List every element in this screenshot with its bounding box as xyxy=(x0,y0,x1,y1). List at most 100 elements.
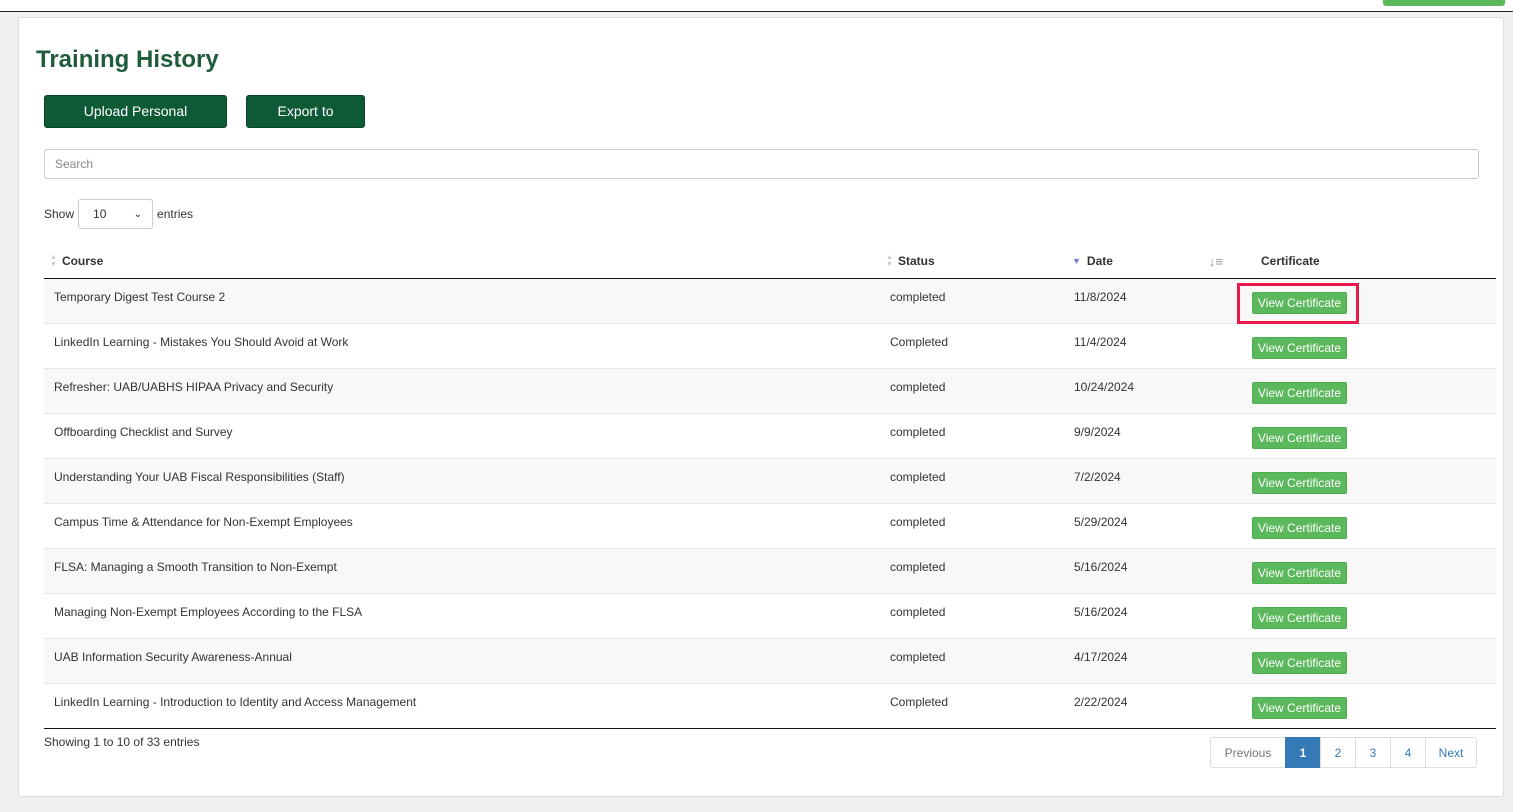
column-header-certificate: Certificate xyxy=(1231,244,1496,279)
date-text: 5/16/2024 xyxy=(1074,560,1128,574)
table-row: LinkedIn Learning - Mistakes You Should … xyxy=(44,323,1496,369)
status-text: completed xyxy=(890,560,946,574)
pagination-next[interactable]: Next xyxy=(1425,737,1477,768)
entries-select[interactable]: 10 ⌄ xyxy=(78,199,154,229)
course-cell: Refresher: UAB/UABHS HIPAA Privacy and S… xyxy=(44,368,882,414)
course-name: Offboarding Checklist and Survey xyxy=(54,425,233,439)
date-cell: 11/4/2024 xyxy=(1068,323,1231,369)
table-row: Refresher: UAB/UABHS HIPAA Privacy and S… xyxy=(44,368,1496,414)
pagination-page-4[interactable]: 4 xyxy=(1390,737,1426,768)
date-cell: 11/8/2024 xyxy=(1068,278,1231,324)
status-text: completed xyxy=(890,605,946,619)
pagination-previous[interactable]: Previous xyxy=(1210,737,1286,768)
pagination-page-2[interactable]: 2 xyxy=(1320,737,1356,768)
course-name: LinkedIn Learning - Introduction to Iden… xyxy=(54,695,417,709)
page-title: Training History xyxy=(36,46,219,73)
view-certificate-button[interactable]: View Certificate xyxy=(1252,697,1347,719)
date-cell: 7/2/2024 xyxy=(1068,458,1231,504)
training-history-panel: Training History Upload Personal Trainin… xyxy=(18,17,1504,797)
column-header-date[interactable]: ▼ Date ↓≡ xyxy=(1068,244,1231,279)
status-text: Completed xyxy=(890,695,949,709)
date-text: 4/17/2024 xyxy=(1074,650,1128,664)
entries-select-value: 10 xyxy=(93,207,107,221)
status-text: completed xyxy=(890,425,946,439)
view-certificate-button[interactable]: View Certificate xyxy=(1252,517,1347,539)
pagination-page-1[interactable]: 1 xyxy=(1285,737,1321,768)
status-cell: completed xyxy=(882,278,1068,324)
column-header-status[interactable]: ▲ ▼ Status xyxy=(882,244,1068,279)
table-row: FLSA: Managing a Smooth Transition to No… xyxy=(44,548,1496,594)
course-cell: Temporary Digest Test Course 2 xyxy=(44,278,882,324)
table-row: Offboarding Checklist and Survey complete… xyxy=(44,413,1496,459)
course-name: LinkedIn Learning - Mistakes You Should … xyxy=(54,335,349,349)
sort-numeric-icon[interactable]: ↓≡ xyxy=(1209,254,1223,269)
course-cell: UAB Information Security Awareness-Annua… xyxy=(44,638,882,684)
course-cell: Managing Non-Exempt Employees According … xyxy=(44,593,882,639)
top-bar-button[interactable] xyxy=(1383,0,1505,6)
course-cell: Campus Time & Attendance for Non-Exempt … xyxy=(44,503,882,549)
table-row: Managing Non-Exempt Employees According … xyxy=(44,593,1496,639)
date-text: 11/8/2024 xyxy=(1074,290,1127,304)
date-text: 11/4/2024 xyxy=(1074,335,1127,349)
view-certificate-button[interactable]: View Certificate xyxy=(1252,562,1347,584)
status-text: completed xyxy=(890,290,946,304)
export-to-excel-button[interactable]: Export to Excel xyxy=(246,95,365,150)
certificate-cell: View Certificate xyxy=(1231,638,1496,684)
table-row: Understanding Your UAB Fiscal Responsibi… xyxy=(44,458,1496,504)
status-text: completed xyxy=(890,470,946,484)
column-header-status-label: Status xyxy=(897,254,935,268)
status-cell: completed xyxy=(882,638,1068,684)
certificate-cell: View Certificate xyxy=(1231,278,1496,324)
view-certificate-button[interactable]: View Certificate xyxy=(1252,652,1347,674)
status-cell: completed xyxy=(882,548,1068,594)
upload-personal-training-button[interactable]: Upload Personal Training xyxy=(44,95,227,150)
course-name: Campus Time & Attendance for Non-Exempt … xyxy=(54,515,353,529)
column-header-certificate-label: Certificate xyxy=(1261,254,1320,268)
view-certificate-button[interactable]: View Certificate xyxy=(1252,472,1347,494)
status-cell: Completed xyxy=(882,683,1068,729)
date-text: 5/29/2024 xyxy=(1074,515,1128,529)
course-name: Refresher: UAB/UABHS HIPAA Privacy and S… xyxy=(54,380,334,394)
date-text: 10/24/2024 xyxy=(1074,380,1135,394)
column-header-course[interactable]: ▲ ▼ Course xyxy=(44,244,882,279)
date-text: 2/22/2024 xyxy=(1074,695,1128,709)
search-input[interactable] xyxy=(44,149,1479,179)
column-header-date-label: Date xyxy=(1086,254,1113,268)
course-cell: LinkedIn Learning - Mistakes You Should … xyxy=(44,323,882,369)
view-certificate-button[interactable]: View Certificate xyxy=(1252,382,1347,404)
course-cell: Understanding Your UAB Fiscal Responsibi… xyxy=(44,458,882,504)
sort-desc-icon: ▼ xyxy=(1072,256,1081,266)
status-cell: completed xyxy=(882,368,1068,414)
date-cell: 10/24/2024 xyxy=(1068,368,1231,414)
date-text: 7/2/2024 xyxy=(1074,470,1121,484)
status-text: Completed xyxy=(890,335,949,349)
certificate-cell: View Certificate xyxy=(1231,683,1496,729)
table-row: Campus Time & Attendance for Non-Exempt … xyxy=(44,503,1496,549)
table-info: Showing 1 to 10 of 33 entries xyxy=(44,735,200,749)
sort-both-icon: ▲ ▼ xyxy=(886,254,893,268)
course-name: Managing Non-Exempt Employees According … xyxy=(54,605,363,619)
view-certificate-button[interactable]: View Certificate xyxy=(1252,607,1347,629)
column-header-course-label: Course xyxy=(61,254,104,268)
course-name: Temporary Digest Test Course 2 xyxy=(54,290,226,304)
certificate-cell: View Certificate xyxy=(1231,458,1496,504)
table-row: LinkedIn Learning - Introduction to Iden… xyxy=(44,683,1496,729)
pagination-page-3[interactable]: 3 xyxy=(1355,737,1391,768)
pagination: Previous 1 2 3 4 Next xyxy=(1210,737,1477,768)
entries-label: entries xyxy=(157,207,194,221)
course-name: Understanding Your UAB Fiscal Responsibi… xyxy=(54,470,345,484)
view-certificate-button[interactable]: View Certificate xyxy=(1252,427,1347,449)
certificate-cell: View Certificate xyxy=(1231,593,1496,639)
show-label: Show xyxy=(44,207,75,221)
certificate-cell: View Certificate xyxy=(1231,503,1496,549)
date-cell: 9/9/2024 xyxy=(1068,413,1231,459)
view-certificate-button[interactable]: View Certificate xyxy=(1252,292,1347,314)
date-cell: 5/16/2024 xyxy=(1068,593,1231,639)
sort-both-icon: ▲ ▼ xyxy=(50,254,57,268)
date-cell: 4/17/2024 xyxy=(1068,638,1231,684)
date-cell: 2/22/2024 xyxy=(1068,683,1231,729)
status-text: completed xyxy=(890,380,946,394)
status-text: completed xyxy=(890,515,946,529)
certificate-cell: View Certificate xyxy=(1231,368,1496,414)
view-certificate-button[interactable]: View Certificate xyxy=(1252,337,1347,359)
